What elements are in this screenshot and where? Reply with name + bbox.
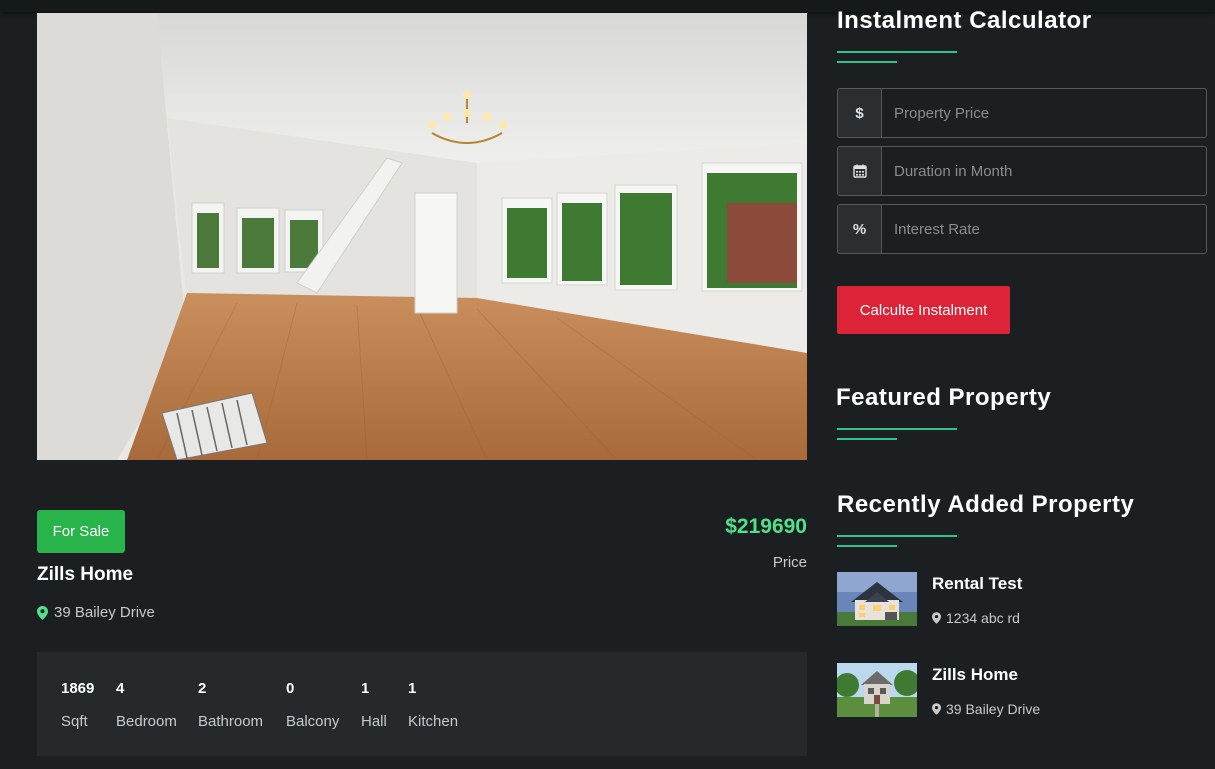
dollar-icon: $: [837, 88, 881, 138]
calculator-title: Instalment Calculator: [837, 7, 1092, 34]
map-pin-icon: [37, 605, 48, 620]
recent-title: Recently Added Property: [837, 491, 1135, 518]
stat-value: 2: [198, 680, 207, 697]
interest-rate-input[interactable]: [881, 204, 1207, 254]
house-day-thumbnail: [837, 663, 917, 717]
calendar-icon: [837, 146, 881, 196]
house-night-thumbnail: [837, 572, 917, 626]
stat-value: 0: [286, 680, 295, 697]
map-pin-icon: [932, 703, 941, 715]
stat-label: Kitchen: [408, 713, 459, 730]
featured-title: Featured Property: [836, 384, 1052, 411]
stat-label: Balcony: [286, 713, 340, 730]
title-underline: [837, 428, 957, 430]
duration-field: [837, 146, 1207, 196]
stat-value: 1: [408, 680, 417, 697]
title-underline: [837, 51, 957, 53]
title-underline: [837, 535, 957, 537]
interest-rate-field: %: [837, 204, 1207, 254]
recent-item-address: 1234 abc rd: [932, 610, 1020, 626]
property-main-photo[interactable]: [37, 13, 807, 460]
stat-label: Hall: [361, 713, 387, 730]
price-label: Price: [772, 554, 807, 571]
stat-value: 1869: [61, 680, 95, 697]
duration-input[interactable]: [881, 146, 1207, 196]
stat-value: 1: [361, 680, 370, 697]
stat-value: 4: [116, 680, 125, 697]
recent-item[interactable]: Zills Home 39 Bailey Drive: [837, 663, 1207, 719]
calculate-instalment-button[interactable]: Calculte Instalment: [837, 286, 1010, 334]
property-stats-panel: 1869 Sqft 4 Bedroom 2 Bathroom 0 Balcony…: [37, 652, 807, 756]
map-pin-icon: [932, 612, 941, 624]
title-underline-short: [837, 545, 897, 547]
property-price-input[interactable]: [881, 88, 1207, 138]
property-price-field: $: [837, 88, 1207, 138]
stat-label: Bathroom: [198, 713, 264, 730]
recent-item-title[interactable]: Zills Home: [932, 665, 1018, 685]
recent-item-title[interactable]: Rental Test: [932, 574, 1022, 594]
recent-item-address: 39 Bailey Drive: [932, 701, 1040, 717]
interior-room-photo: [37, 13, 807, 460]
property-address-text: 39 Bailey Drive: [54, 604, 155, 621]
recent-item-address-text: 1234 abc rd: [946, 610, 1020, 626]
stat-label: Bedroom: [116, 713, 177, 730]
property-address: 39 Bailey Drive: [37, 604, 155, 621]
for-sale-badge[interactable]: For Sale: [37, 510, 125, 553]
recent-item[interactable]: Rental Test 1234 abc rd: [837, 572, 1207, 628]
title-underline-short: [837, 61, 897, 63]
recent-item-address-text: 39 Bailey Drive: [946, 701, 1041, 717]
title-underline-short: [837, 438, 897, 440]
property-price: $219690: [725, 515, 807, 538]
percent-icon: %: [837, 204, 881, 254]
stat-label: Sqft: [61, 713, 88, 730]
property-title[interactable]: Zills Home: [37, 564, 133, 586]
